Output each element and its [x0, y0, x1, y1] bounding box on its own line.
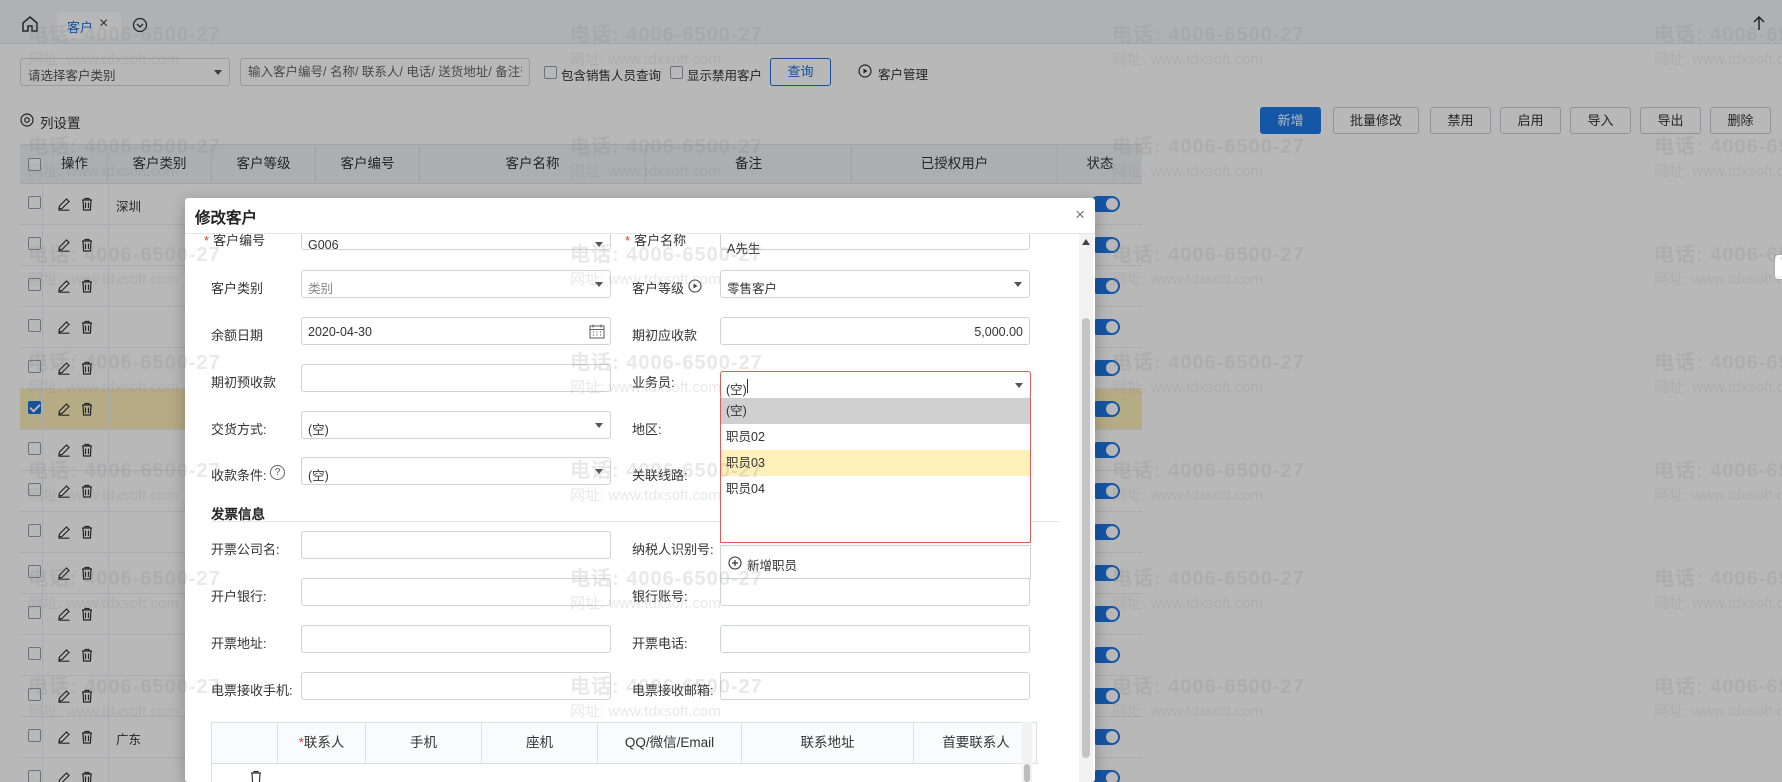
close-icon[interactable]: × [1075, 206, 1085, 223]
contacts-th-primary: 首要联系人 [942, 735, 1010, 750]
contacts-th-contact: *联系人 [278, 723, 366, 763]
salesperson-option[interactable]: 职员03 [721, 450, 1030, 476]
caret-down-icon [595, 423, 603, 428]
contacts-th-blank [212, 723, 278, 763]
customer-no-label-text: 客户编号 [213, 234, 266, 248]
play-circle-icon[interactable] [688, 279, 702, 293]
salesperson-select[interactable]: (空) [720, 371, 1031, 399]
e-invoice-phone-input[interactable] [301, 672, 611, 700]
caret-down-icon [595, 242, 603, 247]
contacts-th-landline: 座机 [482, 723, 598, 763]
contacts-th-contact-text: 联系人 [303, 735, 345, 750]
plus-circle-icon [728, 556, 742, 570]
region-label: 地区: [632, 422, 662, 437]
side-handle[interactable] [1774, 254, 1782, 280]
initial-prepaid-label: 期初预收款 [211, 375, 277, 390]
trash-icon[interactable] [249, 770, 263, 782]
bank-label: 开户银行: [211, 589, 267, 604]
customer-no-value: G006 [308, 238, 339, 252]
taxpayer-id-label: 纳税人识别号: [632, 542, 714, 557]
e-invoice-email-input[interactable] [720, 672, 1030, 700]
calendar-icon[interactable] [589, 324, 605, 339]
bank-account-input[interactable] [720, 578, 1030, 606]
bank-account-label: 银行账号: [632, 589, 688, 604]
caret-down-icon [1014, 282, 1022, 287]
category-value: 类别 [308, 282, 334, 296]
initial-receivable-input[interactable]: 5,000.00 [720, 317, 1030, 345]
delivery-value: (空) [308, 423, 329, 437]
scroll-up-arrow-icon[interactable] [1082, 239, 1090, 245]
balance-date-value: 2020-04-30 [308, 325, 372, 339]
payment-terms-value: (空) [308, 469, 329, 483]
customer-name-input[interactable]: A先生 [720, 234, 1030, 256]
dialog-scrollbar-thumb[interactable] [1082, 318, 1090, 758]
customer-name-label-text: 客户名称 [634, 234, 687, 248]
invoice-phone-label: 开票电话: [632, 636, 688, 651]
add-employee-button[interactable]: 新增职员 [720, 545, 1031, 579]
dialog-header: 修改客户 × [185, 198, 1095, 234]
e-invoice-email-label: 电票接收邮箱: [632, 683, 714, 698]
salesperson-value: (空) [726, 383, 747, 397]
caret-down-icon [595, 469, 603, 474]
salesperson-option[interactable]: (空) [721, 398, 1030, 424]
category-select[interactable]: 类别 [301, 270, 611, 298]
salesperson-label: 业务员: [632, 375, 675, 390]
salesperson-dropdown-list: (空) 职员02 职员03 职员04 [720, 398, 1031, 543]
contacts-table: *联系人 手机 座机 QQ/微信/Email 联系地址 首要联系人 [211, 722, 1038, 782]
text-cursor [747, 379, 748, 393]
help-icon[interactable]: ? [270, 465, 285, 480]
category-label: 客户类别 [211, 281, 264, 296]
delivery-label: 交货方式: [211, 422, 267, 437]
route-label: 关联线路: [632, 468, 688, 483]
salesperson-option[interactable]: 职员04 [721, 476, 1030, 502]
contacts-th-address: 联系地址 [742, 723, 914, 763]
add-employee-label: 新增职员 [747, 559, 798, 573]
invoice-address-input[interactable] [301, 625, 611, 653]
balance-date-label: 余额日期 [211, 328, 264, 343]
level-select[interactable]: 零售客户 [720, 270, 1030, 298]
invoice-company-label: 开票公司名: [211, 542, 280, 557]
contacts-th-qq-wechat-email: QQ/微信/Email [598, 723, 742, 763]
contacts-th-mobile: 手机 [366, 723, 482, 763]
caret-down-icon [1015, 383, 1023, 388]
payment-terms-select[interactable]: (空) [301, 457, 611, 485]
initial-prepaid-input[interactable] [301, 364, 611, 392]
invoice-address-label: 开票地址: [211, 636, 267, 651]
delivery-select[interactable]: (空) [301, 411, 611, 439]
customer-no-input[interactable]: G006 [301, 234, 611, 252]
balance-date-input[interactable]: 2020-04-30 [301, 317, 611, 345]
customer-name-label: * 客户名称 [625, 234, 687, 248]
contacts-scrollbar-thumb[interactable] [1024, 764, 1030, 782]
invoice-company-input[interactable] [301, 531, 611, 559]
caret-down-icon [595, 282, 603, 287]
level-label: 客户等级 [632, 281, 685, 296]
customer-no-label: * 客户编号 [204, 234, 266, 248]
e-invoice-phone-label: 电票接收手机: [211, 683, 293, 698]
invoice-phone-input[interactable] [720, 625, 1030, 653]
dialog-title: 修改客户 [195, 210, 258, 227]
initial-receivable-label: 期初应收款 [632, 328, 698, 343]
level-value: 零售客户 [727, 282, 778, 296]
initial-receivable-value: 5,000.00 [974, 325, 1023, 339]
customer-name-value: A先生 [727, 242, 761, 256]
salesperson-option[interactable]: 职员02 [721, 424, 1030, 450]
contacts-row[interactable] [212, 763, 1038, 782]
invoice-section-title: 发票信息 [211, 507, 265, 522]
payment-terms-label: 收款条件: [211, 468, 267, 483]
bank-input[interactable] [301, 578, 611, 606]
